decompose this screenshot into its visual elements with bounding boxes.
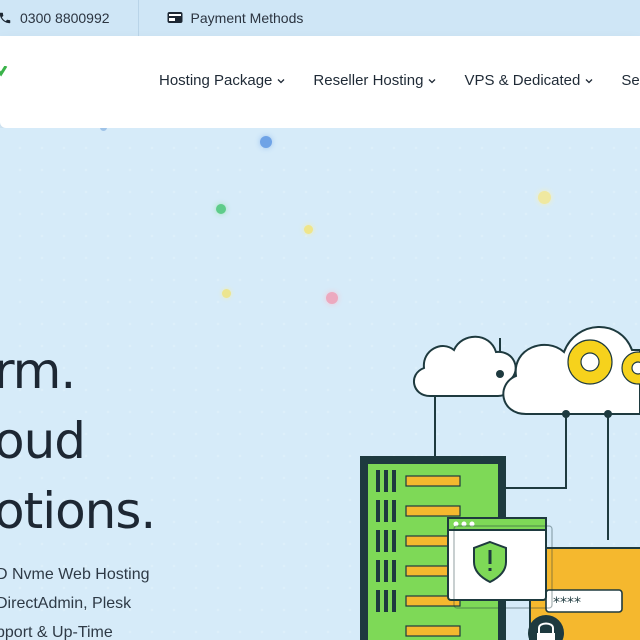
payment-card-icon <box>167 12 183 23</box>
decor-dot <box>260 136 272 148</box>
feature-item: DirectAdmin, Plesk <box>0 595 132 612</box>
decor-dot <box>100 128 107 131</box>
gear-icon <box>567 339 613 385</box>
nav-item-vps-dedicated[interactable]: VPS & Dedicated <box>464 72 593 89</box>
phone-number: 0300 8800992 <box>20 10 110 26</box>
nav-item-label: Reseller Hosting <box>313 72 424 89</box>
password-mask: **** <box>553 595 581 611</box>
chevron-down-icon <box>585 78 593 83</box>
decor-dot <box>326 292 338 304</box>
feature-list: D Nvme Web Hosting DirectAdmin, Plesk pp… <box>0 560 150 640</box>
payment-methods-link[interactable]: Payment Methods <box>139 10 304 26</box>
hero-headline: rm. oud otions. <box>0 336 156 546</box>
chevron-down-icon <box>277 78 285 83</box>
decor-dot <box>304 225 313 234</box>
nav-item-truncated[interactable]: Se <box>621 72 639 89</box>
nav-item-label: VPS & Dedicated <box>464 72 581 89</box>
phone-contact[interactable]: 0300 8800992 <box>0 0 139 36</box>
shield-warning-icon <box>447 517 553 609</box>
headline-line-2: oud <box>0 412 86 470</box>
payment-methods-label: Payment Methods <box>190 10 304 26</box>
headline-line-1: rm. <box>0 342 76 400</box>
feature-item: D Nvme Web Hosting <box>0 566 150 583</box>
hero-section: rm. oud otions. D Nvme Web Hosting Direc… <box>0 128 640 640</box>
cloud-hosting-illustration: **** <box>360 326 640 640</box>
nav-item-hosting-package[interactable]: Hosting Package <box>159 72 285 89</box>
logo-check-icon <box>0 65 8 77</box>
chevron-down-icon <box>428 78 436 83</box>
phone-icon <box>0 12 11 24</box>
nav-item-reseller-hosting[interactable]: Reseller Hosting <box>313 72 436 89</box>
decor-dot <box>222 289 231 298</box>
headline-line-3: otions. <box>0 482 156 540</box>
nav-item-label: Hosting Package <box>159 72 273 89</box>
nav-menu: Hosting Package Reseller Hosting VPS & D… <box>159 72 640 89</box>
main-navbar: Hosting Package Reseller Hosting VPS & D… <box>0 36 640 128</box>
decor-dot <box>538 191 551 204</box>
top-bar: 0300 8800992 Payment Methods <box>0 0 640 36</box>
decor-dot <box>216 204 226 214</box>
feature-item: pport & Up-Time <box>0 624 113 640</box>
logo[interactable] <box>0 65 8 87</box>
nav-item-label: Se <box>621 72 640 89</box>
